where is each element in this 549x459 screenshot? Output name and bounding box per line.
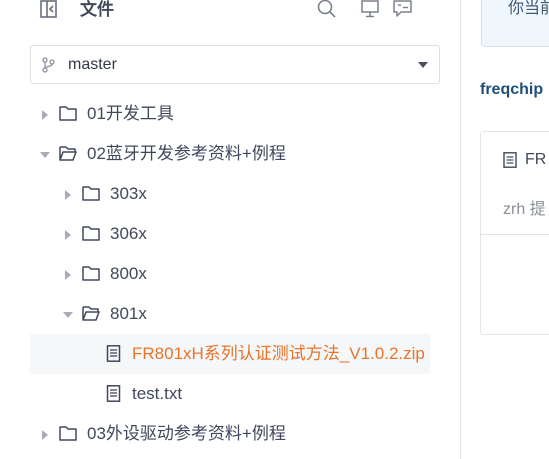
tree-node-label: 801x: [110, 304, 147, 323]
tree-node-label: 03外设驱动参考资料+例程: [87, 424, 286, 443]
tree-node-label: 306x: [110, 224, 147, 243]
folder-icon: [59, 105, 77, 122]
folder-icon: [59, 425, 77, 442]
tree-folder-row[interactable]: 303x: [30, 174, 430, 214]
search-icon[interactable]: [316, 0, 338, 20]
folder-icon: [82, 265, 100, 282]
tree-folder-row[interactable]: 01开发工具: [30, 94, 430, 134]
chevron-right-icon[interactable]: [63, 228, 73, 240]
folder-open-icon: [82, 305, 100, 322]
notice-text: 你当前: [508, 0, 549, 17]
branch-selector[interactable]: master: [30, 45, 440, 84]
card-file-title: FR: [525, 151, 547, 168]
file-text-icon: [105, 385, 123, 402]
tree-folder-row[interactable]: 800x: [30, 254, 430, 294]
tree-file-row-selected[interactable]: FR801xH系列认证测试方法_V1.0.2.zip: [30, 334, 430, 374]
tree-node-label: 02蓝牙开发参考资料+例程: [87, 144, 286, 163]
file-text-icon: [105, 345, 123, 362]
chevron-down-icon[interactable]: [62, 308, 73, 320]
tree-node-label: 01开发工具: [87, 104, 174, 123]
tree-folder-row[interactable]: 03外设驱动参考资料+例程: [30, 414, 430, 454]
folder-icon: [82, 185, 100, 202]
chevron-right-icon[interactable]: [63, 268, 73, 280]
file-info-card: FR zrh 提: [480, 131, 549, 335]
chevron-right-icon[interactable]: [40, 428, 50, 440]
folder-icon: [82, 225, 100, 242]
chevron-right-icon[interactable]: [40, 108, 50, 120]
monitor-icon[interactable]: [360, 0, 382, 20]
repo-name-link[interactable]: freqchip: [480, 80, 543, 100]
tree-folder-row[interactable]: 02蓝牙开发参考资料+例程: [30, 134, 430, 174]
branch-icon: [41, 57, 55, 73]
file-text-icon: [503, 152, 517, 168]
tree-node-label: FR801xH系列认证测试方法_V1.0.2.zip: [132, 344, 425, 363]
content-panel: 你当前 freqchip FR zrh 提: [461, 0, 549, 459]
comment-icon[interactable]: [392, 0, 414, 20]
tree-node-label: test.txt: [132, 384, 183, 403]
panel-title: 文件: [80, 0, 114, 19]
collapse-sidebar-icon[interactable]: [38, 0, 60, 20]
tree-node-label: 303x: [110, 184, 147, 203]
chevron-down-icon[interactable]: [39, 148, 50, 160]
tree-node-label: 800x: [110, 264, 147, 283]
card-header: FR zrh 提: [481, 132, 549, 235]
commit-author: zrh 提: [503, 201, 546, 218]
branch-name: master: [68, 56, 117, 73]
chevron-down-icon: [418, 62, 428, 68]
chevron-right-icon[interactable]: [63, 188, 73, 200]
tree-file-row[interactable]: test.txt: [30, 374, 430, 414]
notice-banner: 你当前: [481, 0, 549, 47]
tree-folder-row[interactable]: 306x: [30, 214, 430, 254]
tree-folder-row[interactable]: 801x: [30, 294, 430, 334]
folder-open-icon: [59, 145, 77, 162]
file-tree-panel: 文件 master 01开发工具 02蓝牙开发参考资料+例程 303x 306x…: [0, 0, 461, 459]
files-header: 文件: [0, 0, 460, 26]
